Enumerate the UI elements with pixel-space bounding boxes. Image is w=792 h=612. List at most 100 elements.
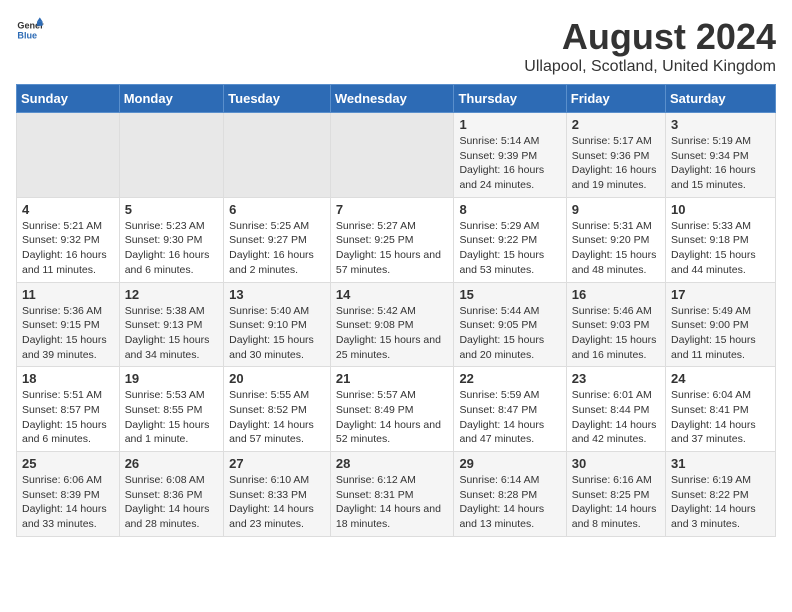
day-number: 18 [22,371,114,386]
calendar-title: August 2024 [524,16,776,58]
day-number: 8 [459,202,560,217]
day-detail: Sunrise: 5:53 AM Sunset: 8:55 PM Dayligh… [125,388,218,447]
day-detail: Sunrise: 5:40 AM Sunset: 9:10 PM Dayligh… [229,304,325,363]
day-number: 22 [459,371,560,386]
page-header: General Blue August 2024 Ullapool, Scotl… [16,16,776,76]
logo-icon: General Blue [16,16,44,44]
logo: General Blue [16,16,44,44]
table-row: 19 Sunrise: 5:53 AM Sunset: 8:55 PM Dayli… [119,367,223,452]
day-detail: Sunrise: 5:59 AM Sunset: 8:47 PM Dayligh… [459,388,560,447]
day-number: 5 [125,202,218,217]
calendar-week-row: 11 Sunrise: 5:36 AM Sunset: 9:15 PM Dayli… [17,282,776,367]
day-number: 23 [572,371,660,386]
day-detail: Sunrise: 6:01 AM Sunset: 8:44 PM Dayligh… [572,388,660,447]
day-number: 21 [336,371,449,386]
day-number: 6 [229,202,325,217]
day-number: 10 [671,202,770,217]
day-detail: Sunrise: 5:46 AM Sunset: 9:03 PM Dayligh… [572,304,660,363]
day-detail: Sunrise: 6:08 AM Sunset: 8:36 PM Dayligh… [125,473,218,532]
col-sunday: Sunday [17,85,120,113]
day-detail: Sunrise: 5:17 AM Sunset: 9:36 PM Dayligh… [572,134,660,193]
calendar-subtitle: Ullapool, Scotland, United Kingdom [524,58,776,76]
table-row: 28 Sunrise: 6:12 AM Sunset: 8:31 PM Dayli… [330,452,454,537]
day-number: 14 [336,287,449,302]
table-row: 23 Sunrise: 6:01 AM Sunset: 8:44 PM Dayli… [566,367,665,452]
day-number: 15 [459,287,560,302]
table-row: 22 Sunrise: 5:59 AM Sunset: 8:47 PM Dayli… [454,367,566,452]
table-row: 17 Sunrise: 5:49 AM Sunset: 9:00 PM Dayli… [666,282,776,367]
day-number: 30 [572,456,660,471]
table-row: 8Sunrise: 5:29 AM Sunset: 9:22 PM Daylig… [454,197,566,282]
day-detail: Sunrise: 5:51 AM Sunset: 8:57 PM Dayligh… [22,388,114,447]
day-number: 11 [22,287,114,302]
day-detail: Sunrise: 6:04 AM Sunset: 8:41 PM Dayligh… [671,388,770,447]
day-detail: Sunrise: 5:36 AM Sunset: 9:15 PM Dayligh… [22,304,114,363]
calendar-week-row: 4Sunrise: 5:21 AM Sunset: 9:32 PM Daylig… [17,197,776,282]
day-detail: Sunrise: 5:23 AM Sunset: 9:30 PM Dayligh… [125,219,218,278]
calendar-week-row: 1Sunrise: 5:14 AM Sunset: 9:39 PM Daylig… [17,113,776,198]
day-number: 24 [671,371,770,386]
day-number: 16 [572,287,660,302]
day-detail: Sunrise: 6:12 AM Sunset: 8:31 PM Dayligh… [336,473,449,532]
day-number: 12 [125,287,218,302]
table-row: 6 Sunrise: 5:25 AM Sunset: 9:27 PM Daylig… [224,197,331,282]
calendar-week-row: 25Sunrise: 6:06 AM Sunset: 8:39 PM Dayli… [17,452,776,537]
col-monday: Monday [119,85,223,113]
table-row: 13 Sunrise: 5:40 AM Sunset: 9:10 PM Dayli… [224,282,331,367]
day-number: 9 [572,202,660,217]
table-row: 14 Sunrise: 5:42 AM Sunset: 9:08 PM Dayli… [330,282,454,367]
day-number: 7 [336,202,449,217]
day-detail: Sunrise: 5:19 AM Sunset: 9:34 PM Dayligh… [671,134,770,193]
table-row [17,113,120,198]
day-detail: Sunrise: 6:16 AM Sunset: 8:25 PM Dayligh… [572,473,660,532]
day-detail: Sunrise: 5:55 AM Sunset: 8:52 PM Dayligh… [229,388,325,447]
table-row: 1Sunrise: 5:14 AM Sunset: 9:39 PM Daylig… [454,113,566,198]
table-row: 26 Sunrise: 6:08 AM Sunset: 8:36 PM Dayli… [119,452,223,537]
day-detail: Sunrise: 5:31 AM Sunset: 9:20 PM Dayligh… [572,219,660,278]
day-number: 17 [671,287,770,302]
title-area: August 2024 Ullapool, Scotland, United K… [524,16,776,76]
day-number: 29 [459,456,560,471]
col-wednesday: Wednesday [330,85,454,113]
table-row: 2Sunrise: 5:17 AM Sunset: 9:36 PM Daylig… [566,113,665,198]
day-detail: Sunrise: 5:44 AM Sunset: 9:05 PM Dayligh… [459,304,560,363]
table-row: 20 Sunrise: 5:55 AM Sunset: 8:52 PM Dayli… [224,367,331,452]
table-row: 29 Sunrise: 6:14 AM Sunset: 8:28 PM Dayli… [454,452,566,537]
day-number: 20 [229,371,325,386]
day-detail: Sunrise: 5:42 AM Sunset: 9:08 PM Dayligh… [336,304,449,363]
col-tuesday: Tuesday [224,85,331,113]
day-number: 26 [125,456,218,471]
table-row: 3Sunrise: 5:19 AM Sunset: 9:34 PM Daylig… [666,113,776,198]
col-thursday: Thursday [454,85,566,113]
table-row: 21 Sunrise: 5:57 AM Sunset: 8:49 PM Dayli… [330,367,454,452]
table-row [224,113,331,198]
table-row: 16 Sunrise: 5:46 AM Sunset: 9:03 PM Dayli… [566,282,665,367]
table-row: 15 Sunrise: 5:44 AM Sunset: 9:05 PM Dayli… [454,282,566,367]
day-detail: Sunrise: 6:14 AM Sunset: 8:28 PM Dayligh… [459,473,560,532]
day-detail: Sunrise: 5:57 AM Sunset: 8:49 PM Dayligh… [336,388,449,447]
table-row: 4Sunrise: 5:21 AM Sunset: 9:32 PM Daylig… [17,197,120,282]
day-number: 13 [229,287,325,302]
day-detail: Sunrise: 6:19 AM Sunset: 8:22 PM Dayligh… [671,473,770,532]
table-row: 25Sunrise: 6:06 AM Sunset: 8:39 PM Dayli… [17,452,120,537]
table-row: 11 Sunrise: 5:36 AM Sunset: 9:15 PM Dayli… [17,282,120,367]
table-row [119,113,223,198]
table-row: 7Sunrise: 5:27 AM Sunset: 9:25 PM Daylig… [330,197,454,282]
table-row: 5 Sunrise: 5:23 AM Sunset: 9:30 PM Daylig… [119,197,223,282]
day-number: 4 [22,202,114,217]
day-number: 19 [125,371,218,386]
calendar-table: Sunday Monday Tuesday Wednesday Thursday… [16,84,776,537]
calendar-header-row: Sunday Monday Tuesday Wednesday Thursday… [17,85,776,113]
table-row: 31Sunrise: 6:19 AM Sunset: 8:22 PM Dayli… [666,452,776,537]
table-row: 12Sunrise: 5:38 AM Sunset: 9:13 PM Dayli… [119,282,223,367]
day-number: 25 [22,456,114,471]
table-row: 10Sunrise: 5:33 AM Sunset: 9:18 PM Dayli… [666,197,776,282]
table-row: 9 Sunrise: 5:31 AM Sunset: 9:20 PM Daylig… [566,197,665,282]
day-number: 1 [459,117,560,132]
col-friday: Friday [566,85,665,113]
day-number: 27 [229,456,325,471]
day-detail: Sunrise: 5:49 AM Sunset: 9:00 PM Dayligh… [671,304,770,363]
day-number: 28 [336,456,449,471]
calendar-week-row: 18 Sunrise: 5:51 AM Sunset: 8:57 PM Dayli… [17,367,776,452]
day-detail: Sunrise: 5:25 AM Sunset: 9:27 PM Dayligh… [229,219,325,278]
